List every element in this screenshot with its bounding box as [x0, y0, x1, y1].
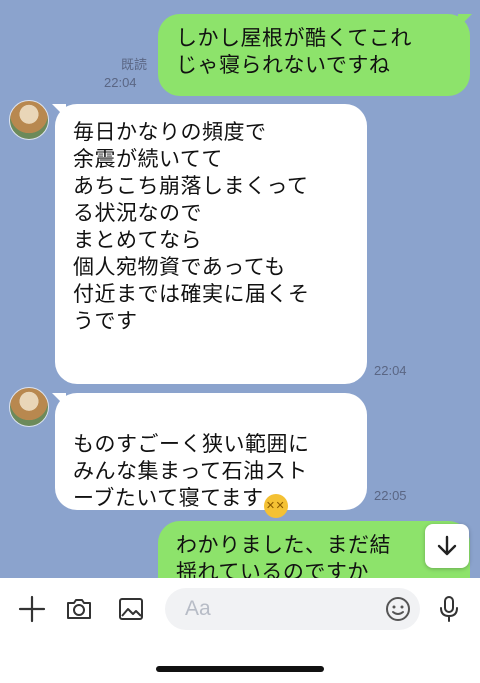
arrow-down-icon	[437, 535, 457, 556]
read-receipt: 既読	[121, 57, 148, 72]
chat-area: しかし屋根が酷くてこれ じゃ寝られないですね 既読 22:04 毎日かなりの頻度…	[0, 0, 480, 578]
contact-avatar[interactable]	[9, 100, 49, 140]
smiley-icon[interactable]	[385, 596, 411, 622]
camera-icon[interactable]	[64, 594, 94, 624]
home-indicator	[156, 666, 324, 672]
message-time: 22:05	[374, 488, 407, 503]
contact-avatar[interactable]	[9, 387, 49, 427]
message-time: 22:04	[374, 363, 407, 378]
message-input-bar: Aa	[0, 578, 480, 640]
input-placeholder: Aa	[185, 597, 211, 620]
received-message[interactable]: 毎日かなりの頻度で 余震が続いてて あちこち崩落しまくって る状況なので まとめ…	[55, 104, 367, 384]
sent-message[interactable]: しかし屋根が酷くてこれ じゃ寝られないですね	[158, 14, 470, 96]
sent-message[interactable]: わかりました、まだ結 揺れているのですか	[158, 521, 470, 578]
received-message[interactable]: ものすごーく狭い範囲に みんな集まって石油スト ーブたいて寝てます ✕✕	[55, 393, 367, 518]
plus-icon[interactable]	[17, 594, 47, 624]
image-icon[interactable]	[116, 594, 146, 624]
message-time: 22:04	[104, 75, 137, 90]
confounded-face-icon: ✕✕	[263, 494, 288, 518]
microphone-icon[interactable]	[434, 594, 464, 624]
scroll-to-bottom-button[interactable]	[425, 524, 469, 568]
message-input[interactable]: Aa	[165, 588, 420, 630]
